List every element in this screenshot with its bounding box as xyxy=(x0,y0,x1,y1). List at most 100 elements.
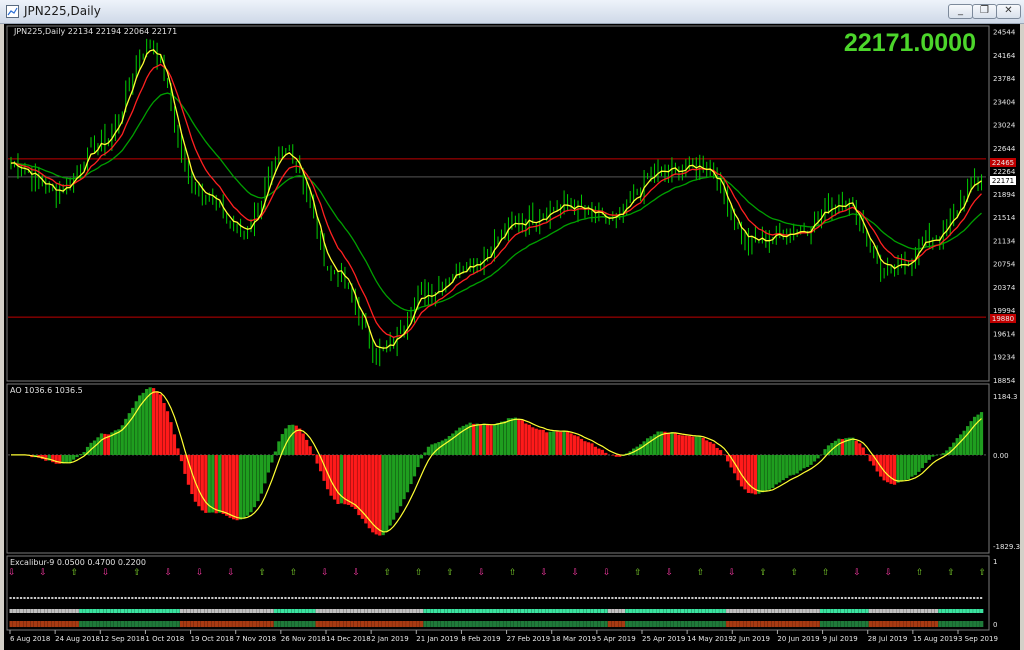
ao-bar xyxy=(364,454,368,524)
excalibur-bar xyxy=(339,609,344,613)
ao-bar xyxy=(934,454,938,456)
excalibur-base-bar xyxy=(795,621,799,627)
chart-canvas[interactable]: 1184.3 0.00 -1829.3 1 0 ⇩ ⇩ ⇧ ⇩ ⇧ ⇩ ⇩ ⇩ ⇧ ⇧ ⇩ ⇩ ⇧ ⇧ ⇧ ⇩ ⇧ ⇩ ⇩ ⇩… xyxy=(4,24,1020,650)
excalibur-dot xyxy=(569,597,572,599)
excalibur-dot xyxy=(9,597,12,599)
excalibur-dot xyxy=(632,597,635,599)
excalibur-base-bar xyxy=(941,621,946,627)
excalibur-dot xyxy=(44,597,47,599)
ao-bar xyxy=(882,454,886,481)
excalibur-dot xyxy=(155,597,158,599)
excalibur-base-bar xyxy=(534,621,539,627)
excalibur-bar xyxy=(513,609,518,613)
excalibur-base-bar xyxy=(186,621,191,627)
ao-bar xyxy=(524,423,528,455)
ao-bar xyxy=(472,423,476,455)
buy-arrow-icon: ⇧ xyxy=(822,568,830,578)
excalibur-dot xyxy=(673,597,677,599)
price-tick-label: 19614 xyxy=(993,330,1016,338)
sell-arrow-icon: ⇩ xyxy=(572,568,580,578)
excalibur-dot xyxy=(395,597,398,599)
excalibur-base-bar xyxy=(736,621,740,627)
excalibur-base-bar xyxy=(778,621,782,627)
ao-bar xyxy=(545,432,549,455)
ao-tick-label: 0.00 xyxy=(993,452,1009,460)
excalibur-base-bar xyxy=(413,621,417,627)
excalibur-bar xyxy=(204,609,208,613)
excalibur-base-bar xyxy=(287,621,292,627)
ao-bar xyxy=(590,443,594,455)
ao-bar xyxy=(680,435,684,455)
excalibur-bar xyxy=(677,609,681,613)
ao-bar xyxy=(868,454,872,462)
sell-arrow-icon: ⇩ xyxy=(665,568,673,578)
ao-bar xyxy=(559,431,563,455)
excalibur-base-bar xyxy=(875,621,879,627)
excalibur-bar xyxy=(419,609,424,613)
excalibur-base-bar xyxy=(569,621,573,627)
excalibur-base-bar xyxy=(806,621,810,627)
close-button[interactable]: ✕ xyxy=(996,4,1021,19)
excalibur-bar xyxy=(851,609,855,613)
ao-bar xyxy=(520,420,524,455)
ao-bar xyxy=(886,454,890,483)
excalibur-bar xyxy=(326,609,330,613)
excalibur-bar xyxy=(959,609,963,613)
excalibur-dot xyxy=(96,597,99,599)
ao-bar xyxy=(440,440,444,455)
date-label: 2 Jun 2019 xyxy=(732,635,770,643)
excalibur-dot xyxy=(955,597,958,599)
excalibur-dot xyxy=(298,597,301,599)
excalibur-dot xyxy=(726,597,729,599)
excalibur-base-bar xyxy=(120,621,125,627)
excalibur-dot xyxy=(103,597,106,599)
ao-bar xyxy=(155,391,159,455)
excalibur-base-bar xyxy=(37,621,41,627)
excalibur-base-bar xyxy=(437,621,441,627)
ao-bar xyxy=(899,454,904,482)
excalibur-bar xyxy=(628,609,632,613)
excalibur-bar xyxy=(113,609,118,613)
excalibur-dot xyxy=(705,597,708,599)
excalibur-dot xyxy=(927,597,931,599)
excalibur-base-bar xyxy=(576,621,580,627)
excalibur-dot xyxy=(291,597,294,599)
excalibur-dot xyxy=(639,597,642,599)
excalibur-bar xyxy=(179,609,184,613)
ao-bar xyxy=(426,446,431,455)
excalibur-dot xyxy=(259,597,263,599)
chart-window: 1184.3 0.00 -1829.3 1 0 ⇩ ⇩ ⇧ ⇩ ⇧ ⇩ ⇩ ⇩ ⇧ ⇧ ⇩ ⇩ ⇧ ⇧ ⇧ ⇩ ⇧ ⇩ ⇩ ⇩… xyxy=(4,24,1020,650)
minimize-button[interactable]: _ xyxy=(948,4,973,19)
excalibur-bar xyxy=(482,609,486,613)
excalibur-dot xyxy=(913,597,917,599)
excalibur-dot xyxy=(235,597,238,599)
excalibur-base-bar xyxy=(858,621,862,627)
excalibur-bar xyxy=(649,609,653,613)
excalibur-bar xyxy=(451,609,455,613)
ao-bar xyxy=(485,424,490,455)
excalibur-base-bar xyxy=(127,621,132,627)
excalibur-bar xyxy=(701,609,706,613)
excalibur-bar xyxy=(127,609,132,613)
excalibur-base-bar xyxy=(813,621,817,627)
excalibur-dot xyxy=(976,597,979,599)
excalibur-bar xyxy=(715,609,719,613)
excalibur-base-bar xyxy=(607,621,612,627)
excalibur-bar xyxy=(406,609,410,613)
excalibur-bar xyxy=(903,609,907,613)
excalibur-bar xyxy=(753,609,758,613)
excalibur-base-bar xyxy=(653,621,657,627)
ao-bar xyxy=(656,431,660,455)
restore-button[interactable]: ❐ xyxy=(972,4,997,19)
excalibur-dot xyxy=(959,597,962,599)
excalibur-dot xyxy=(172,597,176,599)
excalibur-dot xyxy=(875,597,878,599)
excalibur-bar xyxy=(854,609,859,613)
excalibur-bar xyxy=(186,609,191,613)
excalibur-dot xyxy=(625,597,628,599)
excalibur-dot xyxy=(61,597,64,599)
excalibur-base-bar xyxy=(583,621,587,627)
ao-bar xyxy=(778,454,782,483)
excalibur-bar xyxy=(980,609,984,613)
excalibur-bar xyxy=(214,609,219,613)
